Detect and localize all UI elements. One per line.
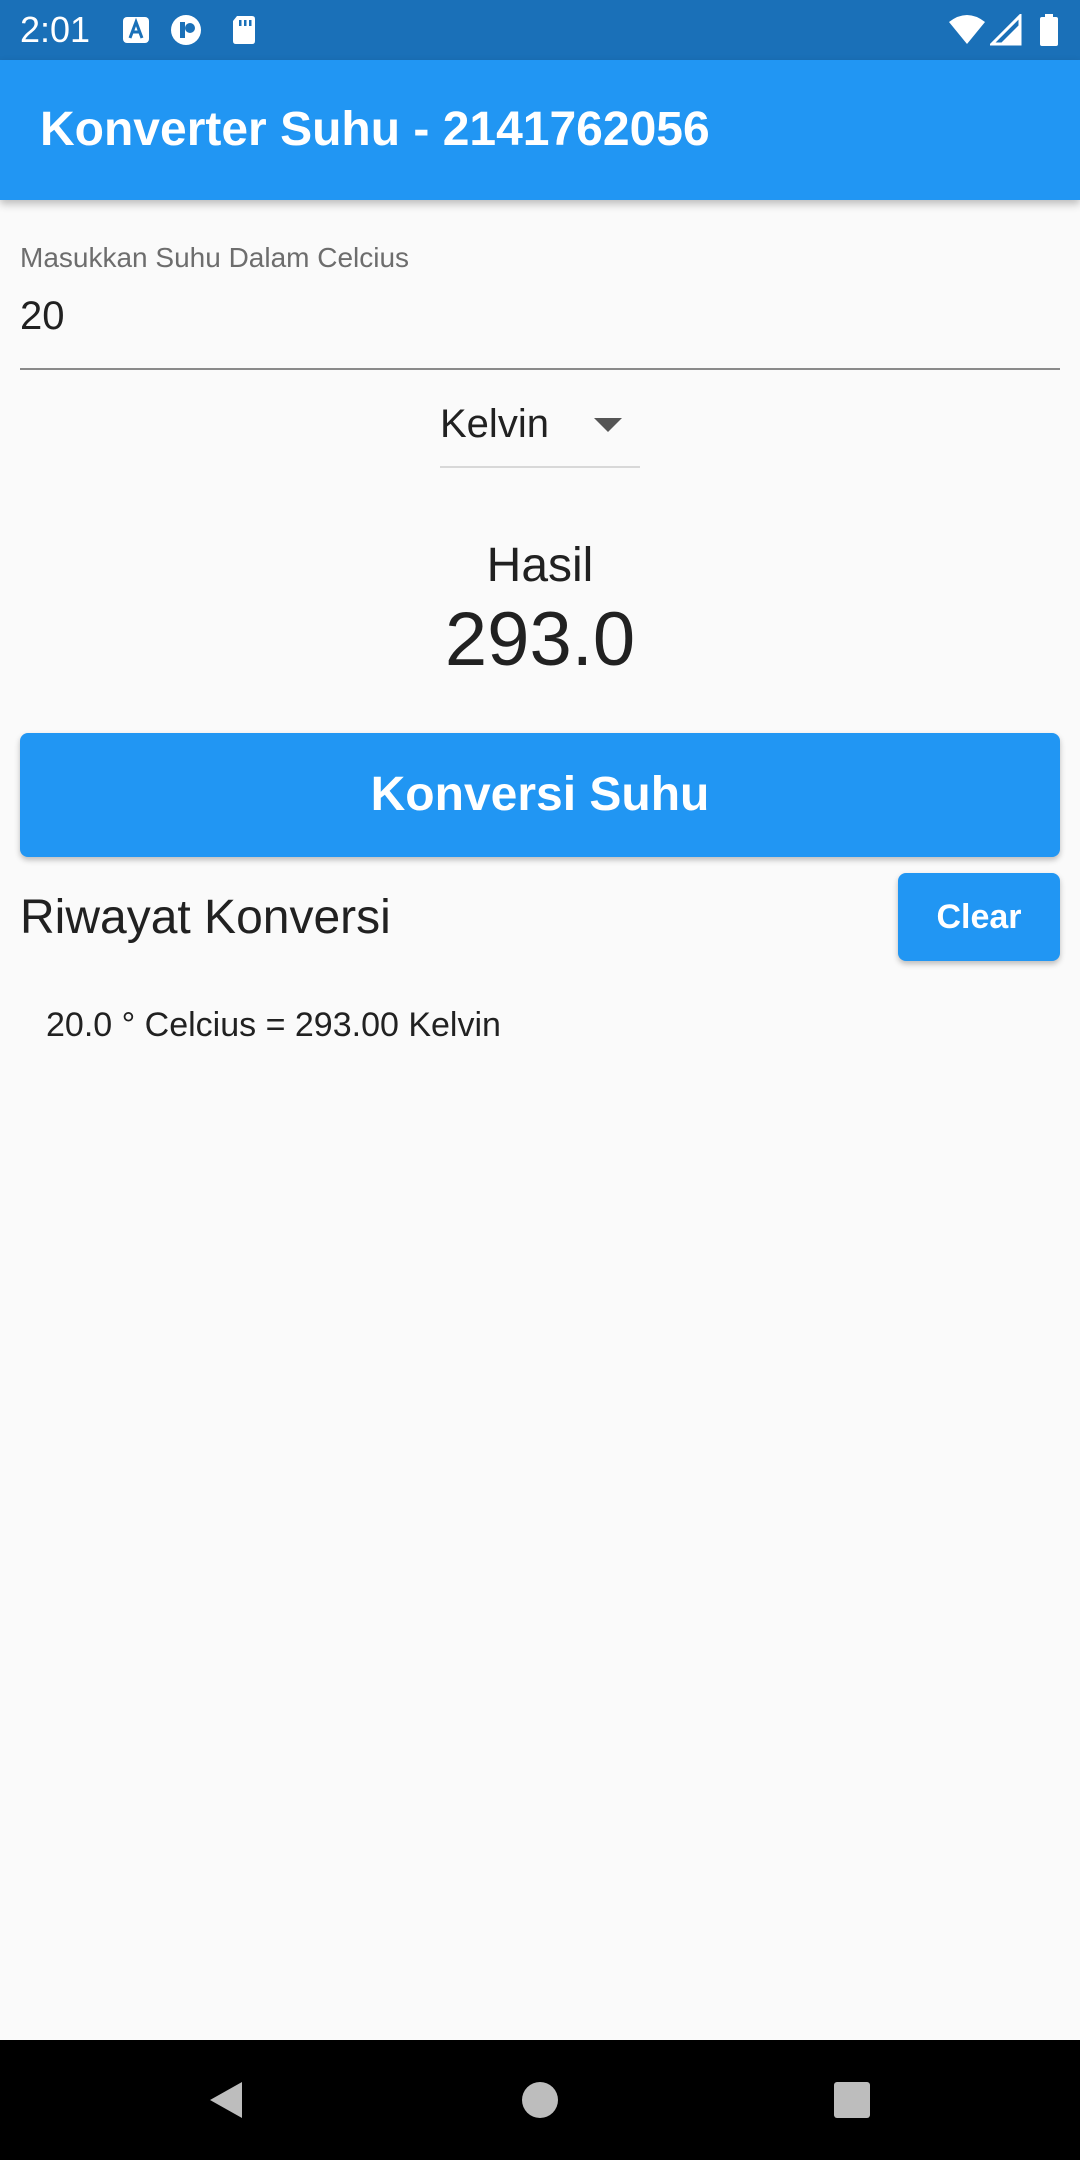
celsius-input-field[interactable]: Masukkan Suhu Dalam Celcius [20, 240, 1060, 370]
celsius-input[interactable] [20, 288, 1060, 344]
app-bar: Konverter Suhu - 2141762056 [0, 60, 1080, 200]
app-title: Konverter Suhu - 2141762056 [40, 103, 710, 156]
home-icon[interactable] [520, 2080, 560, 2120]
record-icon [170, 14, 202, 46]
signal-icon [990, 14, 1022, 46]
wifi-icon [948, 14, 986, 46]
status-bar: 2:01 [0, 0, 1080, 60]
chevron-down-icon [594, 418, 622, 434]
history-title: Riwayat Konversi [20, 891, 391, 944]
clear-button[interactable]: Clear [898, 873, 1060, 961]
history-list: 20.0 ° Celcius = 293.00 Kelvin [46, 1000, 1046, 1050]
navigation-bar [0, 2040, 1080, 2160]
celsius-input-label: Masukkan Suhu Dalam Celcius [20, 242, 410, 273]
history-item: 20.0 ° Celcius = 293.00 Kelvin [46, 1006, 501, 1044]
result-label: Hasil [486, 539, 594, 592]
sd-card-icon [228, 14, 260, 46]
recents-icon[interactable] [832, 2080, 872, 2120]
convert-button[interactable]: Konversi Suhu [20, 733, 1060, 857]
unit-dropdown-value: Kelvin [440, 402, 549, 446]
status-time: 2:01 [20, 9, 91, 50]
a-notification-icon [120, 14, 152, 46]
battery-icon [1038, 14, 1060, 46]
result-value: 293.0 [444, 597, 636, 682]
back-icon[interactable] [206, 2080, 246, 2120]
unit-dropdown[interactable]: Kelvin [440, 392, 640, 468]
